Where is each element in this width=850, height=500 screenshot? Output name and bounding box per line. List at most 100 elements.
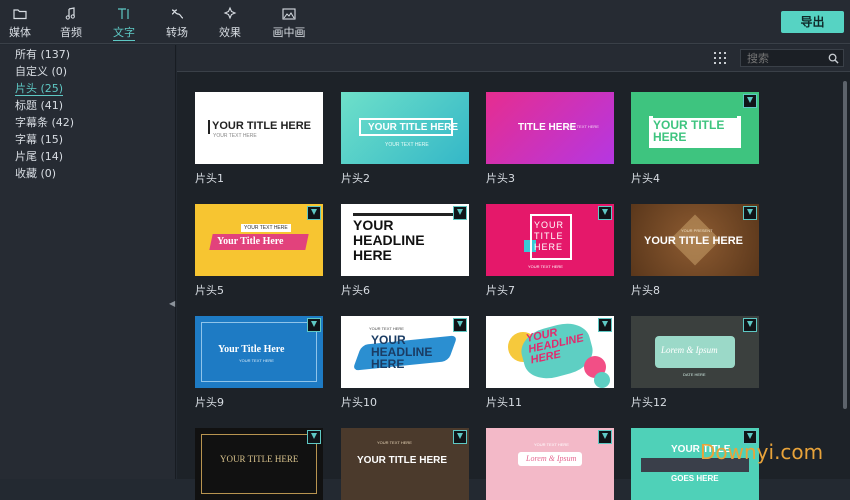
collapse-sidebar-icon[interactable]: ◀	[169, 299, 175, 308]
thumbnail-title: YOUR TITLE HERE	[220, 454, 299, 464]
vertical-scrollbar[interactable]	[842, 75, 848, 479]
thumbnail-title: Lorem & Ipsum	[526, 454, 577, 463]
tab-label: 音频	[60, 26, 82, 39]
category-subtitles[interactable]: 字幕 (15)	[0, 131, 175, 148]
thumbnail-subtitle: YOUR TEXT HERE	[528, 264, 563, 269]
template-card[interactable]: TITLE HERE YOUR TEXT HERE 片头3	[486, 92, 614, 186]
template-thumbnail: YOUR TITLE HERE	[631, 92, 759, 164]
template-card[interactable]: Your Title Here YOUR TEXT HERE 片头9	[195, 316, 323, 410]
template-library: YOUR TITLE HERE YOUR TEXT HERE 片头1 YOUR …	[177, 45, 850, 500]
template-card[interactable]: YOUR TITLE GOES HERE	[631, 428, 759, 500]
template-thumbnail: YOUR HEADLINE HERE	[341, 204, 469, 276]
template-card[interactable]: YOUR TEXT HERE Lorem & Ipsum	[486, 428, 614, 500]
tab-label: 文字	[113, 26, 135, 41]
template-card[interactable]: YOUR TITLE HERE 片头4	[631, 92, 759, 186]
template-card[interactable]: YOUR PRESENT YOUR TITLE HERE 片头8	[631, 204, 759, 298]
template-thumbnail: TITLE HERE YOUR TEXT HERE	[486, 92, 614, 164]
template-thumbnail: YOUR TITLE HERE	[195, 428, 323, 500]
picture-in-picture-icon	[268, 6, 310, 22]
thumbnail-subtitle: YOUR TEXT HERE	[369, 326, 404, 331]
template-card[interactable]: YOUR HEADLINE HERE 片头6	[341, 204, 469, 298]
text-icon	[104, 6, 144, 22]
template-caption: 片头10	[341, 396, 377, 409]
search-input[interactable]	[747, 51, 827, 65]
template-card[interactable]: YOUR HEADLINE HERE 片头11	[486, 316, 614, 410]
thumbnail-subtitle: YOUR TEXT HERE	[241, 224, 291, 232]
download-icon[interactable]	[307, 430, 321, 444]
template-card[interactable]: YOUR TEXT HERE YOUR HEADLINE HERE 片头10	[341, 316, 469, 410]
template-card[interactable]: YOUR TITLE HERE	[195, 428, 323, 500]
tab-label: 转场	[166, 26, 188, 39]
download-icon[interactable]	[743, 318, 757, 332]
category-custom[interactable]: 自定义 (0)	[0, 63, 175, 80]
thumbnail-subtitle: YOUR TEXT HERE	[213, 133, 257, 139]
template-caption: 片头2	[341, 172, 370, 185]
category-all[interactable]: 所有 (137)	[0, 46, 175, 63]
template-thumbnail: YOUR TEXT HERE YOUR TITLE HERE	[341, 428, 469, 500]
template-card[interactable]: YOUR TITLE HERE YOUR TEXT HERE 片头7	[486, 204, 614, 298]
template-thumbnail: Lorem & Ipsum DATE HERE	[631, 316, 759, 388]
folder-icon	[0, 6, 40, 22]
category-label: 字幕条 (42)	[15, 116, 75, 129]
download-icon[interactable]	[743, 206, 757, 220]
scrollbar-thumb[interactable]	[843, 81, 847, 409]
category-label: 所有 (137)	[15, 48, 71, 61]
category-label: 自定义 (0)	[15, 65, 68, 78]
thumbnail-title: YOUR TITLE HERE	[357, 455, 448, 466]
effects-icon	[210, 6, 250, 22]
download-icon[interactable]	[453, 430, 467, 444]
template-card[interactable]: YOUR TEXT HERE Your Title Here 片头5	[195, 204, 323, 298]
thumbnail-subtitle: YOUR TEXT HERE	[385, 142, 429, 148]
grid-view-icon[interactable]	[714, 52, 726, 64]
thumbnail-title: Your Title Here	[217, 236, 284, 247]
download-icon[interactable]	[307, 318, 321, 332]
thumbnail-subtitle: DATE HERE	[683, 372, 706, 377]
tab-media[interactable]: 媒体	[0, 6, 40, 40]
template-caption: 片头8	[631, 284, 660, 297]
download-icon[interactable]	[598, 206, 612, 220]
category-titles[interactable]: 标题 (41)	[0, 97, 175, 114]
template-thumbnail: YOUR TITLE GOES HERE	[631, 428, 759, 500]
category-credits[interactable]: 片尾 (14)	[0, 148, 175, 165]
tab-effects[interactable]: 效果	[210, 6, 250, 40]
template-thumbnail: Your Title Here YOUR TEXT HERE	[195, 316, 323, 388]
template-caption: 片头11	[486, 396, 522, 409]
thumbnail-title: Your Title Here	[218, 344, 285, 355]
template-card[interactable]: YOUR TITLE HERE YOUR TEXT HERE 片头1	[195, 92, 323, 186]
template-thumbnail: YOUR PRESENT YOUR TITLE HERE	[631, 204, 759, 276]
thumbnail-subtitle: YOUR TEXT HERE	[564, 124, 599, 129]
thumbnail-title: YOUR TITLE HERE	[653, 118, 725, 144]
template-caption: 片头6	[341, 284, 370, 297]
transition-icon	[157, 6, 197, 22]
template-card[interactable]: YOUR TITLE HERE YOUR TEXT HERE 片头2	[341, 92, 469, 186]
template-caption: 片头12	[631, 396, 667, 409]
template-card[interactable]: Lorem & Ipsum DATE HERE 片头12	[631, 316, 759, 410]
thumbnail-subtitle: YOUR TEXT HERE	[239, 358, 274, 363]
category-label: 收藏 (0)	[15, 167, 57, 180]
thumbnail-title: YOUR TITLE HERE	[368, 122, 459, 133]
tab-label: 画中画	[272, 26, 306, 39]
thumbnail-title: YOUR TITLE HERE	[534, 220, 565, 252]
search-icon[interactable]	[828, 53, 839, 64]
download-icon[interactable]	[453, 318, 467, 332]
download-icon[interactable]	[598, 318, 612, 332]
category-label: 字幕 (15)	[15, 133, 64, 146]
download-icon[interactable]	[598, 430, 612, 444]
category-openers[interactable]: 片头 (25)	[0, 80, 175, 97]
tab-audio[interactable]: 音频	[51, 6, 91, 40]
template-caption: 片头9	[195, 396, 224, 409]
library-toolbar	[177, 45, 850, 72]
category-favorites[interactable]: 收藏 (0)	[0, 165, 175, 182]
template-caption: 片头1	[195, 172, 224, 185]
tab-pip[interactable]: 画中画	[268, 6, 310, 40]
download-icon[interactable]	[453, 206, 467, 220]
download-icon[interactable]	[307, 206, 321, 220]
export-button[interactable]: 导出	[781, 11, 844, 33]
category-lower-thirds[interactable]: 字幕条 (42)	[0, 114, 175, 131]
template-card[interactable]: YOUR TEXT HERE YOUR TITLE HERE	[341, 428, 469, 500]
tab-text[interactable]: 文字	[104, 6, 144, 41]
thumbnail-subtitle: YOUR TEXT HERE	[534, 442, 569, 447]
download-icon[interactable]	[743, 94, 757, 108]
tab-transitions[interactable]: 转场	[157, 6, 197, 40]
thumbnail-subtitle: YOUR TEXT HERE	[377, 440, 412, 445]
